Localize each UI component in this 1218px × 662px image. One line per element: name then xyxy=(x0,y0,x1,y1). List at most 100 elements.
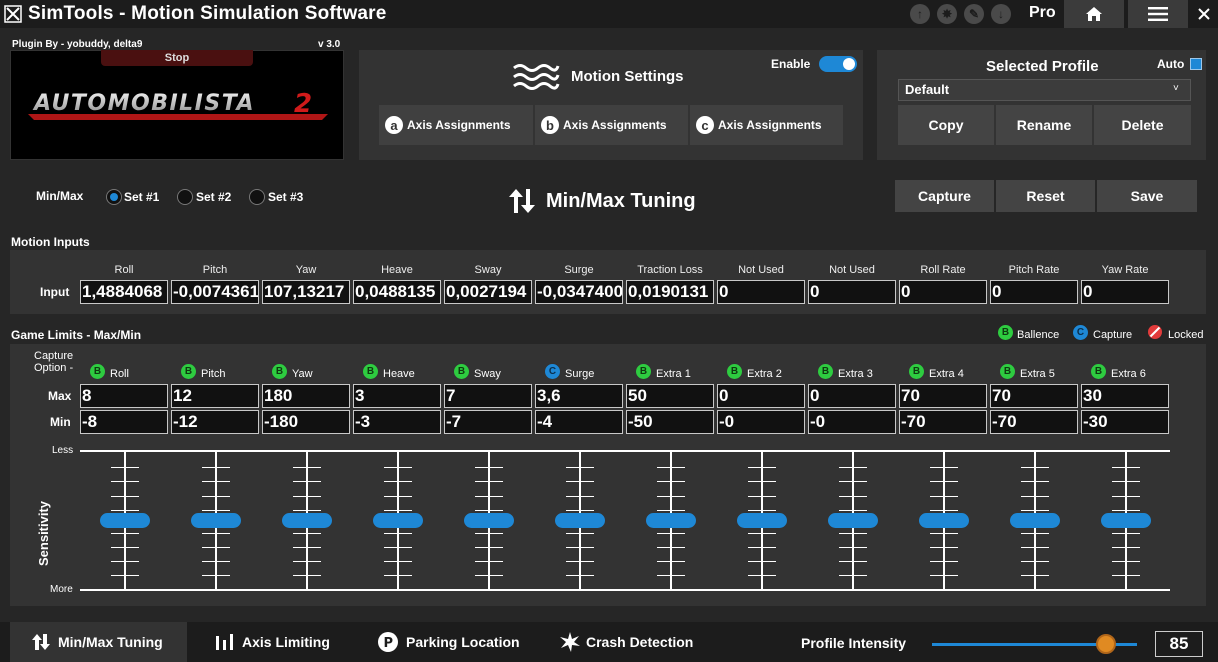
min-limit-field[interactable]: -0 xyxy=(808,410,896,434)
min-limit-field[interactable]: -30 xyxy=(1081,410,1169,434)
input-column-header: Yaw Rate xyxy=(1101,264,1149,276)
capture-legend-label: Capture xyxy=(1093,329,1133,341)
profile-select[interactable]: Default xyxy=(898,79,1191,101)
slider-tick xyxy=(566,547,594,548)
limit-column-label: Heave xyxy=(383,368,415,380)
max-limit-field[interactable]: 8 xyxy=(80,384,168,408)
sensitivity-slider-handle[interactable] xyxy=(464,512,514,528)
axis-assignments-b-button[interactable]: b Axis Assignments xyxy=(535,105,688,145)
sensitivity-slider-handle[interactable] xyxy=(646,512,696,528)
nav-crash-detection[interactable]: Crash Detection xyxy=(560,622,710,662)
set-3-radio[interactable] xyxy=(249,189,265,205)
capture-option-toggle[interactable]: B xyxy=(909,364,924,379)
capture-option-toggle[interactable]: B xyxy=(454,364,469,379)
axis-assignments-a-button[interactable]: a Axis Assignments xyxy=(379,105,533,145)
limit-column-label: Surge xyxy=(565,368,595,380)
edit-icon[interactable]: ✎ xyxy=(964,4,984,24)
min-limit-field[interactable]: -3 xyxy=(353,410,441,434)
min-limit-field[interactable]: -70 xyxy=(899,410,987,434)
sensitivity-slider-handle[interactable] xyxy=(737,512,787,528)
max-limit-field[interactable]: 70 xyxy=(899,384,987,408)
min-limit-field[interactable]: -50 xyxy=(626,410,714,434)
delete-button[interactable]: Delete xyxy=(1094,105,1191,145)
capture-option-toggle[interactable]: B xyxy=(636,364,651,379)
nav-axis-limiting[interactable]: Axis Limiting xyxy=(216,622,366,662)
capture-option-toggle[interactable]: B xyxy=(1000,364,1015,379)
min-limit-field[interactable]: -8 xyxy=(80,410,168,434)
input-value-field: 0,0190131 xyxy=(626,280,714,304)
nav-parking-location[interactable]: P Parking Location xyxy=(378,622,538,662)
slider-tick xyxy=(1021,561,1049,562)
rename-button[interactable]: Rename xyxy=(996,105,1092,145)
min-limit-field[interactable]: -180 xyxy=(262,410,350,434)
slider-tick xyxy=(384,467,412,468)
home-button[interactable] xyxy=(1064,0,1124,28)
min-limit-field[interactable]: -4 xyxy=(535,410,623,434)
input-column-header: Pitch Rate xyxy=(1008,264,1060,276)
capture-option-toggle[interactable]: B xyxy=(272,364,287,379)
sensitivity-slider-handle[interactable] xyxy=(1101,512,1151,528)
min-limit-field[interactable]: -0 xyxy=(717,410,805,434)
slider-tick xyxy=(1112,467,1140,468)
set-1-radio[interactable] xyxy=(106,189,122,205)
reset-button[interactable]: Reset xyxy=(996,180,1095,212)
save-button[interactable]: Save xyxy=(1097,180,1197,212)
sensitivity-slider-handle[interactable] xyxy=(919,512,969,528)
sensitivity-slider-handle[interactable] xyxy=(191,512,241,528)
max-limit-field[interactable]: 0 xyxy=(717,384,805,408)
crash-icon xyxy=(560,632,580,652)
badge-icon[interactable]: ✸ xyxy=(937,4,957,24)
capture-option-toggle[interactable]: B xyxy=(90,364,105,379)
input-value-field: 0 xyxy=(990,280,1078,304)
parking-icon: P xyxy=(378,632,398,652)
min-limit-field[interactable]: -70 xyxy=(990,410,1078,434)
capture-option-toggle[interactable]: B xyxy=(818,364,833,379)
sensitivity-slider-handle[interactable] xyxy=(100,512,150,528)
menu-button[interactable] xyxy=(1128,0,1188,28)
max-limit-field[interactable]: 70 xyxy=(990,384,1078,408)
slider-tick xyxy=(111,467,139,468)
nav-minmax-tuning[interactable]: Min/Max Tuning xyxy=(10,622,187,662)
max-limit-field[interactable]: 3,6 xyxy=(535,384,623,408)
sensitivity-slider-handle[interactable] xyxy=(555,512,605,528)
max-limit-field[interactable]: 30 xyxy=(1081,384,1169,408)
capture-option-toggle[interactable]: B xyxy=(727,364,742,379)
enable-toggle[interactable] xyxy=(819,56,857,72)
slider-tick xyxy=(748,467,776,468)
capture-option-toggle[interactable]: C xyxy=(545,364,560,379)
arrow-up-icon[interactable]: ↑ xyxy=(910,4,930,24)
capture-button[interactable]: Capture xyxy=(895,180,994,212)
sensitivity-slider-handle[interactable] xyxy=(373,512,423,528)
capture-option-toggle[interactable]: B xyxy=(363,364,378,379)
close-button[interactable] xyxy=(1190,0,1218,28)
letter-c-icon: c xyxy=(696,116,714,134)
min-limit-field[interactable]: -12 xyxy=(171,410,259,434)
profile-intensity-value[interactable]: 85 xyxy=(1155,631,1203,657)
min-limit-field[interactable]: -7 xyxy=(444,410,532,434)
copy-button[interactable]: Copy xyxy=(898,105,994,145)
sensitivity-slider-handle[interactable] xyxy=(282,512,332,528)
slider-tick xyxy=(384,547,412,548)
capture-option-toggle[interactable]: B xyxy=(1091,364,1106,379)
sensitivity-slider-handle[interactable] xyxy=(828,512,878,528)
set-2-radio[interactable] xyxy=(177,189,193,205)
close-icon xyxy=(1198,8,1210,20)
max-limit-field[interactable]: 0 xyxy=(808,384,896,408)
home-icon xyxy=(1086,7,1102,21)
stop-button[interactable]: Stop xyxy=(101,50,253,66)
capture-option-toggle[interactable]: B xyxy=(181,364,196,379)
max-limit-field[interactable]: 180 xyxy=(262,384,350,408)
max-limit-field[interactable]: 3 xyxy=(353,384,441,408)
max-limit-field[interactable]: 50 xyxy=(626,384,714,408)
download-icon[interactable]: ↓ xyxy=(991,4,1011,24)
slider-tick xyxy=(202,561,230,562)
axis-assignments-c-button[interactable]: c Axis Assignments xyxy=(690,105,843,145)
max-limit-field[interactable]: 7 xyxy=(444,384,532,408)
auto-checkbox[interactable] xyxy=(1190,58,1202,70)
max-limit-field[interactable]: 12 xyxy=(171,384,259,408)
slider-tick xyxy=(748,496,776,497)
slider-tick xyxy=(293,510,321,511)
sensitivity-slider-handle[interactable] xyxy=(1010,512,1060,528)
slider-tick xyxy=(384,575,412,576)
slider-tick xyxy=(657,481,685,482)
